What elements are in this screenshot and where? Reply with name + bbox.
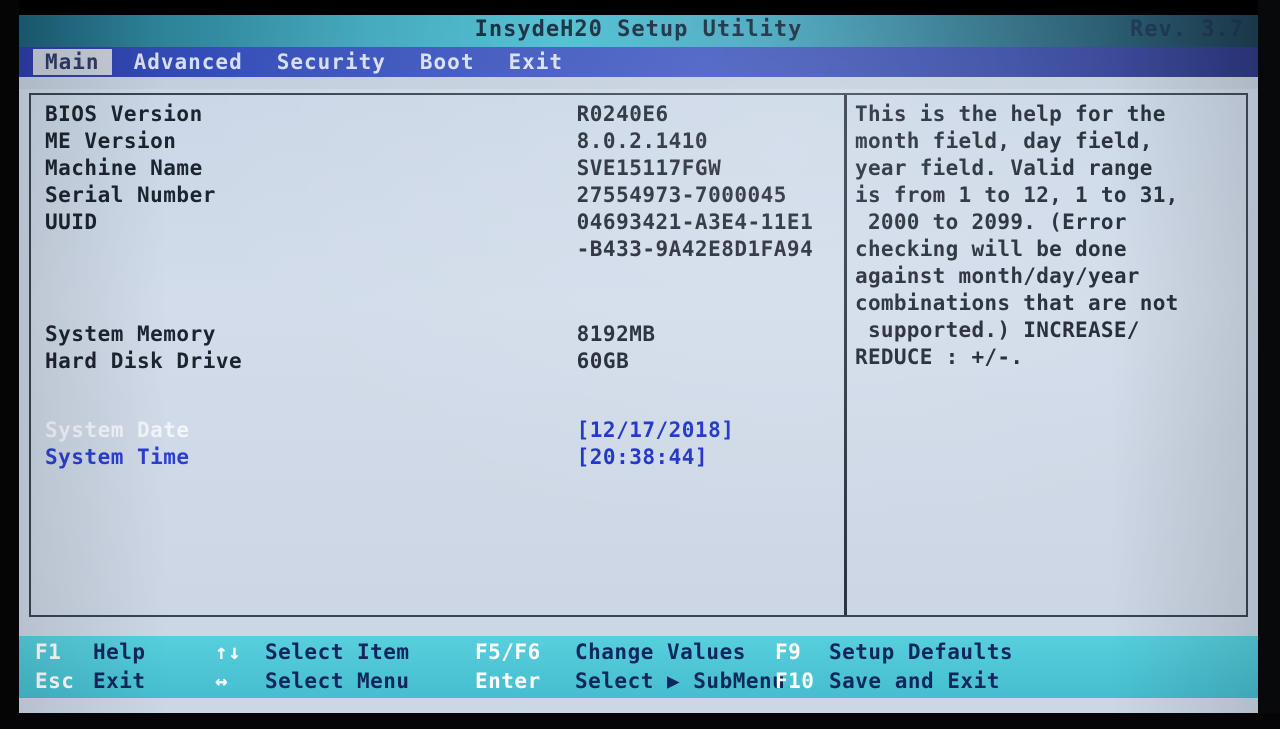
footer-column-navigation: F1 Help Esc Exit [35,636,215,698]
help-line: checking will be done [855,237,1127,261]
desc-save-and-exit: Save and Exit [829,669,1000,693]
value-serial-number: 27554973-7000045 [576,183,787,207]
desc-select-item: Select Item [265,640,410,664]
footer-item-setup-defaults[interactable]: F9 Setup Defaults [775,638,1105,667]
help-line: year field. Valid range [855,156,1153,180]
value-hard-disk-drive: 60GB [576,349,630,373]
info-row-uuid-continued: -B433-9A42E8D1FA94 [45,236,844,263]
help-line: month field, day field, [855,129,1153,153]
desc-select-menu: Select Menu [265,669,410,693]
tab-exit[interactable]: Exit [496,49,575,75]
key-enter: Enter [475,669,541,693]
help-panel: This is the help for the month field, da… [847,95,1246,615]
footer-item-help[interactable]: F1 Help [35,638,215,667]
footer-item-change-values[interactable]: F5/F6 Change Values [475,638,775,667]
help-line: combinations that are not [855,291,1179,315]
value-system-date[interactable]: [12/17/2018] [577,417,735,444]
bios-setup-screen: InsydeH20 Setup Utility Rev. 3.7 Main Ad… [19,15,1258,713]
value-system-time[interactable]: [20:38:44] [577,444,708,471]
help-line: REDUCE : +/-. [855,345,1024,369]
info-row-bios-version: BIOS Version R0240E6 [45,101,844,128]
footer-item-select-submenu[interactable]: Enter Select ▶ SubMenu [475,667,785,696]
label-system-time: System Time [45,445,190,469]
bezel-right [1258,0,1280,729]
menu-bar[interactable]: Main Advanced Security Boot Exit [19,47,1258,77]
key-f5-f6: F5/F6 [475,640,541,664]
help-line: 2000 to 2099. (Error [855,210,1127,234]
footer-column-values: F5/F6 Change Values Enter Select ▶ SubMenu [475,636,785,698]
key-f10: F10 [775,669,815,693]
info-row-hard-disk-drive: Hard Disk Drive 60GB [45,348,844,375]
value-system-memory: 8192MB [576,322,656,346]
desc-select-submenu: Select ▶ SubMenu [575,669,786,693]
tab-advanced[interactable]: Advanced [122,49,255,75]
desc-help: Help [93,640,146,664]
left-right-arrow-icon: ↔ [215,669,229,693]
label-bios-version: BIOS Version [45,102,203,126]
title-bar: InsydeH20 Setup Utility Rev. 3.7 [19,15,1258,47]
label-uuid: UUID [45,210,98,234]
tab-main[interactable]: Main [33,49,112,75]
info-spacer-1 [45,263,844,321]
key-esc: Esc [35,669,75,693]
value-bios-version: R0240E6 [576,102,669,126]
desc-setup-defaults: Setup Defaults [829,640,1014,664]
value-me-version: 8.0.2.1410 [576,129,709,153]
bezel-left [0,0,19,729]
field-system-date[interactable]: System Date [12/17/2018] [45,417,844,444]
value-uuid-line1: 04693421-A3E4-11E1 [576,210,814,234]
app-title: InsydeH20 Setup Utility [474,17,803,42]
footer-item-select-menu[interactable]: ↔ Select Menu [215,667,475,696]
content-box: BIOS Version R0240E6 ME Version 8.0.2.14… [29,93,1248,617]
revision-label: Rev. 3.7 [1130,17,1244,42]
content-area: BIOS Version R0240E6 ME Version 8.0.2.14… [19,89,1258,623]
help-line: is from 1 to 12, 1 to 31, [855,183,1179,207]
info-row-machine-name: Machine Name SVE15117FGW [45,155,844,182]
footer-item-exit[interactable]: Esc Exit [35,667,215,696]
function-key-bar: F1 Help Esc Exit ↑↓ Select Item ↔ Select Men… [19,636,1258,698]
field-system-time[interactable]: System Time [20:38:44] [45,444,844,471]
footer-gap [19,623,1258,636]
help-line: This is the help for the [855,102,1166,126]
info-row-uuid: UUID 04693421-A3E4-11E1 [45,209,844,236]
footer-item-select-item[interactable]: ↑↓ Select Item [215,638,475,667]
value-uuid-line2: -B433-9A42E8D1FA94 [576,237,814,261]
label-hard-disk-drive: Hard Disk Drive [45,349,243,373]
label-system-memory: System Memory [45,322,216,346]
photographed-screen-frame: InsydeH20 Setup Utility Rev. 3.7 Main Ad… [0,0,1280,729]
info-row-serial-number: Serial Number 27554973-7000045 [45,182,844,209]
help-line: supported.) INCREASE/ [855,318,1140,342]
info-spacer-2 [45,375,844,417]
info-row-me-version: ME Version 8.0.2.1410 [45,128,844,155]
label-machine-name: Machine Name [45,156,203,180]
bezel-bottom [0,713,1280,729]
label-system-date: System Date [45,418,190,442]
bezel-top [0,0,1280,15]
info-row-system-memory: System Memory 8192MB [45,321,844,348]
label-me-version: ME Version [45,129,177,153]
tab-boot[interactable]: Boot [408,49,487,75]
menu-underline [19,77,1258,89]
help-line: against month/day/year [855,264,1140,288]
footer-column-defaults: F9 Setup Defaults F10 Save and Exit [775,636,1105,698]
system-info-panel: BIOS Version R0240E6 ME Version 8.0.2.14… [31,95,847,615]
key-f9: F9 [775,640,802,664]
key-f1: F1 [35,640,62,664]
footer-item-save-and-exit[interactable]: F10 Save and Exit [775,667,1105,696]
label-serial-number: Serial Number [45,183,216,207]
up-down-arrow-icon: ↑↓ [215,640,242,664]
value-machine-name: SVE15117FGW [576,156,722,180]
tab-security[interactable]: Security [265,49,398,75]
desc-exit: Exit [93,669,146,693]
desc-change-values: Change Values [575,640,746,664]
footer-column-select: ↑↓ Select Item ↔ Select Menu [215,636,475,698]
